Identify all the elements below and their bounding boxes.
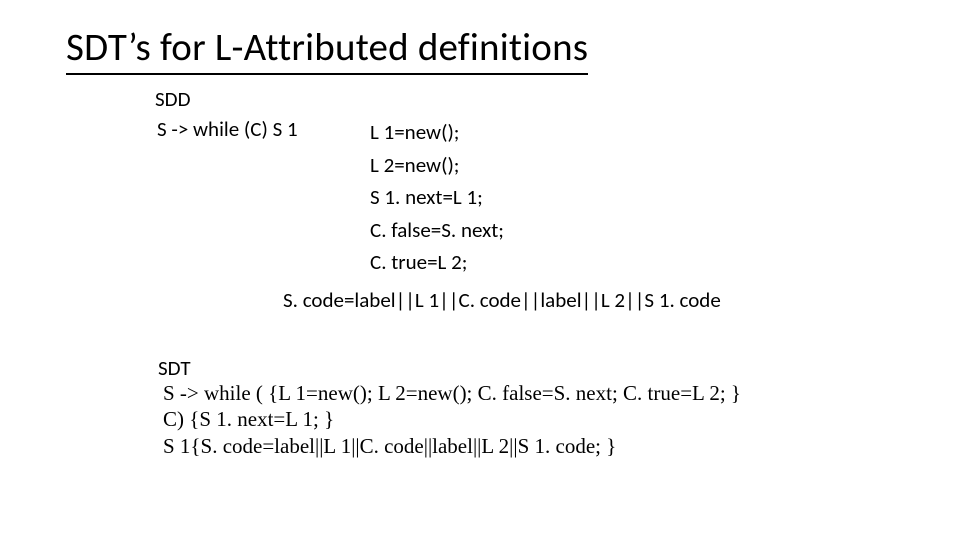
- sdt-heading: SDT: [158, 355, 191, 381]
- sdd-rule: S 1. next=L 1;: [370, 181, 504, 214]
- sdd-rule: L 1=new();: [370, 116, 504, 149]
- sdd-code-rule: S. code=label||L 1||C. code||label||L 2|…: [283, 287, 721, 313]
- sdt-line: S 1{S. code=label||L 1||C. code||label||…: [163, 433, 741, 459]
- sdd-heading: SDD: [155, 86, 191, 112]
- sdd-production: S -> while (C) S 1: [157, 116, 298, 142]
- slide-title: SDT’s for L-Attributed definitions: [66, 24, 588, 75]
- sdt-line: S -> while ( {L 1=new(); L 2=new(); C. f…: [163, 380, 741, 406]
- sdd-rule: C. true=L 2;: [370, 246, 504, 279]
- sdt-line: C) {S 1. next=L 1; }: [163, 406, 741, 432]
- sdd-rule: L 2=new();: [370, 149, 504, 182]
- sdt-block: S -> while ( {L 1=new(); L 2=new(); C. f…: [163, 380, 741, 459]
- slide: SDT’s for L-Attributed definitions SDD S…: [0, 0, 960, 540]
- sdd-rules: L 1=new(); L 2=new(); S 1. next=L 1; C. …: [370, 116, 504, 279]
- sdd-rule: C. false=S. next;: [370, 214, 504, 247]
